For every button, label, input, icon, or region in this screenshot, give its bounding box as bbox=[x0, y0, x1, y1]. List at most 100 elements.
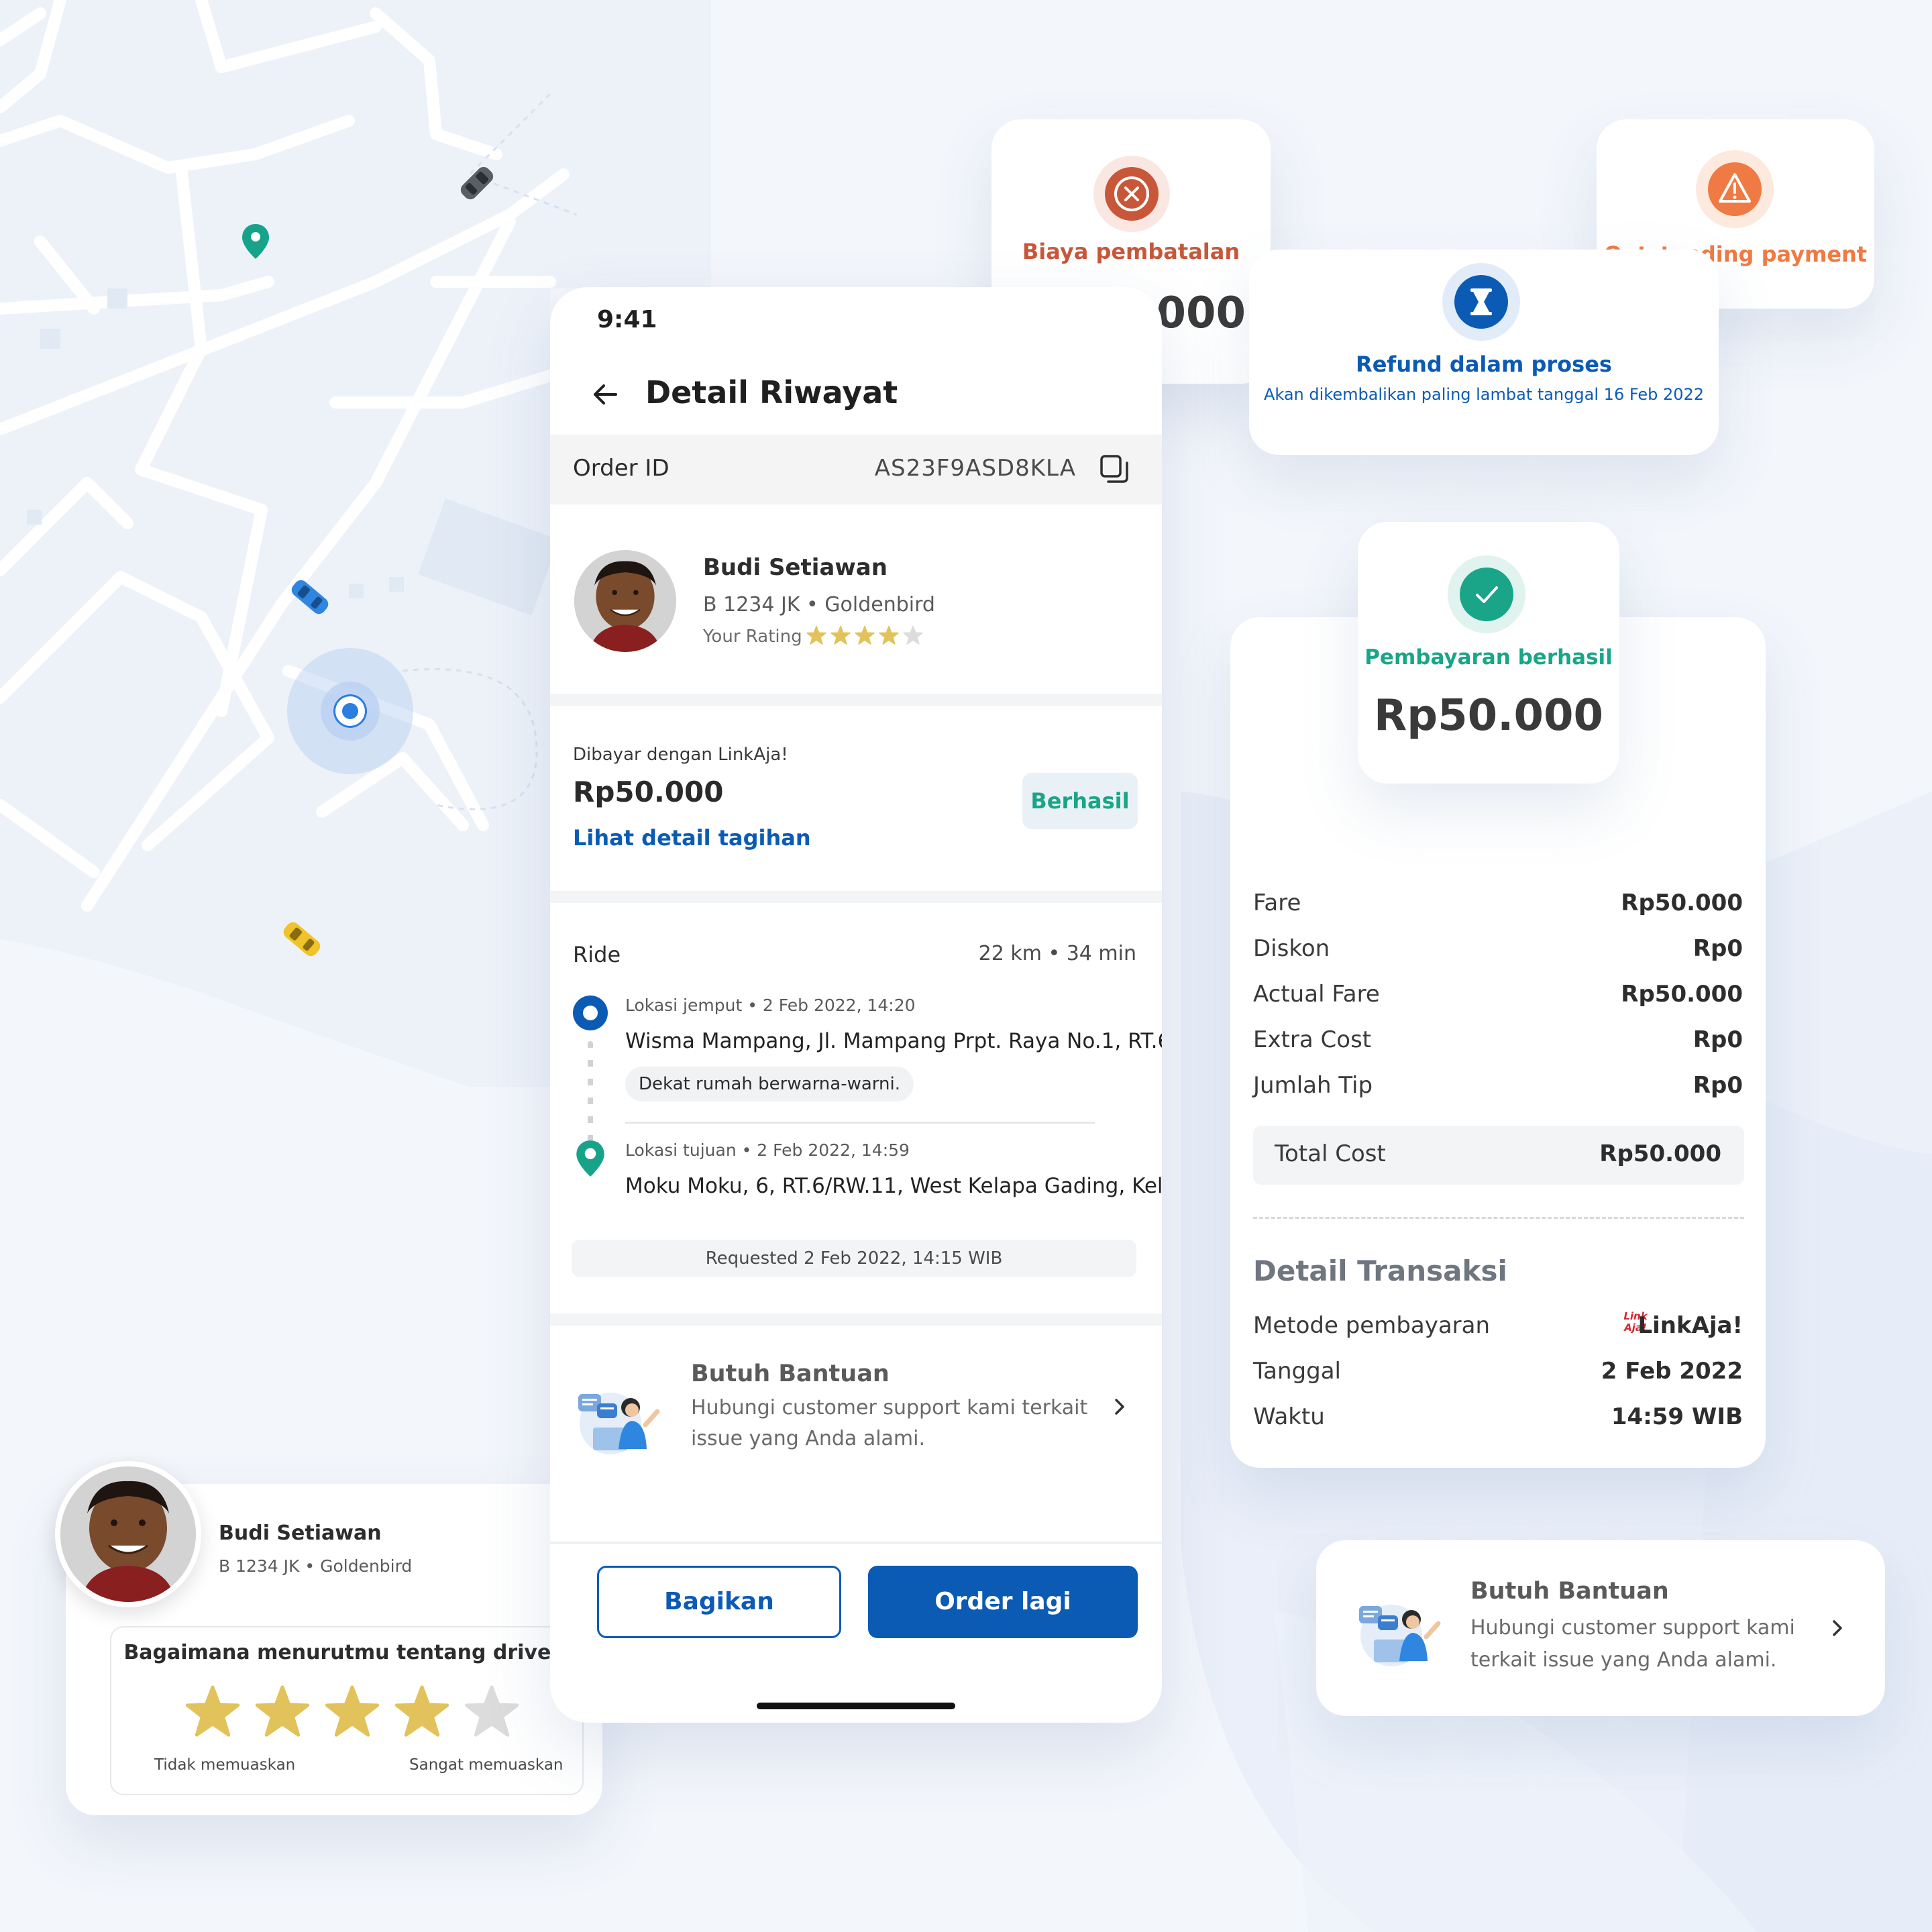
ride-label: Ride bbox=[573, 942, 621, 967]
rate-star-icon[interactable] bbox=[255, 1684, 310, 1739]
breakdown-label-actual-fare: Actual Fare bbox=[1253, 981, 1380, 1008]
share-button[interactable]: Bagikan bbox=[597, 1566, 841, 1638]
rating-min-label: Tidak memuaskan bbox=[154, 1756, 296, 1774]
payment-success-title: Pembayaran berhasil bbox=[1364, 645, 1613, 669]
transaction-detail-title: Detail Transaksi bbox=[1253, 1254, 1507, 1287]
rating-max-label: Sangat memuaskan bbox=[409, 1756, 564, 1774]
section-divider bbox=[550, 694, 1162, 706]
home-indicator bbox=[757, 1703, 955, 1709]
order-id-value: AS23F9ASD8KLA bbox=[874, 455, 1076, 482]
help-row[interactable]: Butuh Bantuan Hubungi customer support k… bbox=[550, 1326, 1162, 1487]
order-id-label: Order ID bbox=[573, 455, 669, 482]
help-title: Butuh Bantuan bbox=[691, 1360, 890, 1387]
requested-time: Requested 2 Feb 2022, 14:15 WIB bbox=[572, 1240, 1136, 1277]
date-value: 2 Feb 2022 bbox=[1601, 1358, 1743, 1385]
close-circle-icon bbox=[1093, 156, 1170, 232]
check-icon bbox=[1448, 555, 1525, 633]
rate-star-icon[interactable] bbox=[394, 1684, 449, 1739]
bottom-action-divider bbox=[550, 1542, 1162, 1544]
breakdown-value-extra-cost: Rp0 bbox=[1693, 1026, 1743, 1053]
phone-detail-screen: 9:41 Detail Riwayat Order ID AS23F9ASD8K… bbox=[550, 287, 1162, 1723]
chevron-right-icon[interactable] bbox=[1110, 1397, 1130, 1417]
map-pin-icon bbox=[242, 224, 269, 259]
customer-support-illustration bbox=[1359, 1605, 1441, 1666]
pickup-icon bbox=[573, 996, 608, 1030]
dropoff-pin-icon bbox=[576, 1140, 604, 1177]
order-id-bar: Order ID AS23F9ASD8KLA bbox=[550, 435, 1162, 504]
paid-with-label: Dibayar dengan LinkAja! bbox=[573, 745, 788, 765]
total-cost-value: Rp50.000 bbox=[1599, 1140, 1721, 1167]
breakdown-label-discount: Diskon bbox=[1253, 935, 1330, 962]
driver-avatar bbox=[574, 550, 676, 652]
section-divider bbox=[550, 1313, 1162, 1326]
time-label: Waktu bbox=[1253, 1403, 1325, 1430]
car-blue-icon bbox=[291, 580, 329, 614]
payment-status-badge: Berhasil bbox=[1022, 773, 1138, 829]
route-dots bbox=[588, 1041, 593, 1154]
rate-star-icon[interactable] bbox=[325, 1684, 380, 1739]
rating-star-row[interactable] bbox=[185, 1684, 519, 1739]
chevron-right-icon[interactable] bbox=[1827, 1618, 1847, 1638]
payment-method-value: LinkAja! bbox=[1638, 1312, 1743, 1339]
help-card[interactable]: Butuh Bantuan Hubungi customer support k… bbox=[1316, 1540, 1885, 1716]
your-rating-star-icon bbox=[879, 625, 899, 645]
ride-distance: 22 km • 34 min bbox=[978, 942, 1136, 965]
breakdown-label-extra-cost: Extra Cost bbox=[1253, 1026, 1372, 1053]
help-subtitle-line2: terkait issue yang Anda alami. bbox=[1470, 1648, 1777, 1672]
breakdown-label-tip: Jumlah Tip bbox=[1253, 1072, 1373, 1099]
breakdown-value-discount: Rp0 bbox=[1693, 935, 1743, 962]
refund-subtitle: Akan dikembalikan paling lambat tanggal … bbox=[1263, 385, 1705, 404]
breakdown-value-tip: Rp0 bbox=[1693, 1072, 1743, 1099]
your-rating-star-icon bbox=[830, 625, 851, 645]
payment-success-card: Pembayaran berhasil Rp50.000 bbox=[1358, 522, 1619, 784]
rating-driver-name: Budi Setiawan bbox=[219, 1521, 382, 1545]
pickup-note-chip: Dekat rumah berwarna-warni. bbox=[625, 1067, 914, 1102]
payment-success-amount: Rp50.000 bbox=[1373, 691, 1604, 741]
current-location-dot bbox=[335, 696, 365, 726]
app-header: Detail Riwayat bbox=[550, 354, 1162, 435]
refund-in-process-card: Refund dalam proses Akan dikembalikan pa… bbox=[1249, 250, 1719, 455]
route-divider bbox=[625, 1122, 1095, 1124]
breakdown-label-fare: Fare bbox=[1253, 890, 1301, 916]
driver-avatar-large bbox=[55, 1461, 201, 1607]
status-bar-time: 9:41 bbox=[597, 306, 657, 333]
driver-vehicle: B 1234 JK • Goldenbird bbox=[703, 593, 935, 616]
help-subtitle-line1: Hubungi customer support kami terkait bbox=[691, 1396, 1088, 1419]
rate-star-icon[interactable] bbox=[185, 1684, 240, 1739]
pickup-address: Wisma Mampang, Jl. Mampang Prpt. Raya No… bbox=[625, 1029, 1162, 1053]
payment-method-label: Metode pembayaran bbox=[1253, 1312, 1491, 1339]
time-value: 14:59 WIB bbox=[1611, 1403, 1743, 1430]
breakdown-value-actual-fare: Rp50.000 bbox=[1621, 981, 1743, 1008]
help-subtitle-line1: Hubungi customer support kami bbox=[1470, 1616, 1795, 1640]
total-cost-label: Total Cost bbox=[1275, 1140, 1386, 1167]
driver-rating-stars bbox=[806, 625, 923, 645]
refund-title: Refund dalam proses bbox=[1356, 352, 1612, 377]
dropoff-address: Moku Moku, 6, RT.6/RW.11, West Kelapa Ga… bbox=[625, 1174, 1162, 1198]
hourglass-icon bbox=[1442, 263, 1520, 341]
dropoff-meta: Lokasi tujuan • 2 Feb 2022, 14:59 bbox=[625, 1140, 910, 1160]
breakdown-value-fare: Rp50.000 bbox=[1621, 890, 1743, 916]
total-cost-bar: Total Cost Rp50.000 bbox=[1253, 1126, 1744, 1185]
help-title: Butuh Bantuan bbox=[1470, 1578, 1669, 1605]
copy-icon[interactable] bbox=[1097, 453, 1130, 486]
date-label: Tanggal bbox=[1253, 1358, 1341, 1385]
your-rating-label: Your Rating bbox=[703, 627, 802, 647]
driver-name: Budi Setiawan bbox=[703, 554, 888, 581]
your-rating-star-icon bbox=[855, 625, 875, 645]
car-yellow-icon bbox=[283, 922, 321, 957]
back-arrow-icon[interactable] bbox=[588, 377, 623, 412]
warning-icon bbox=[1696, 150, 1774, 228]
your-rating-star-icon bbox=[903, 625, 923, 645]
page-title: Detail Riwayat bbox=[645, 374, 898, 411]
rating-question: Bagaimana menurutmu tentang driver? bbox=[123, 1641, 573, 1664]
car-grey-icon bbox=[460, 166, 494, 200]
paid-amount: Rp50.000 bbox=[573, 775, 724, 808]
section-divider bbox=[550, 891, 1162, 903]
help-subtitle-line2: issue yang Anda alami. bbox=[691, 1427, 926, 1450]
cancellation-fee-title: Biaya pembatalan bbox=[1022, 239, 1240, 264]
bill-detail-link[interactable]: Lihat detail tagihan bbox=[573, 825, 811, 851]
rate-star-icon[interactable] bbox=[464, 1684, 519, 1739]
order-again-button[interactable]: Order lagi bbox=[868, 1566, 1138, 1638]
rating-driver-vehicle: B 1234 JK • Goldenbird bbox=[219, 1556, 413, 1576]
your-rating-star-icon bbox=[806, 625, 826, 645]
